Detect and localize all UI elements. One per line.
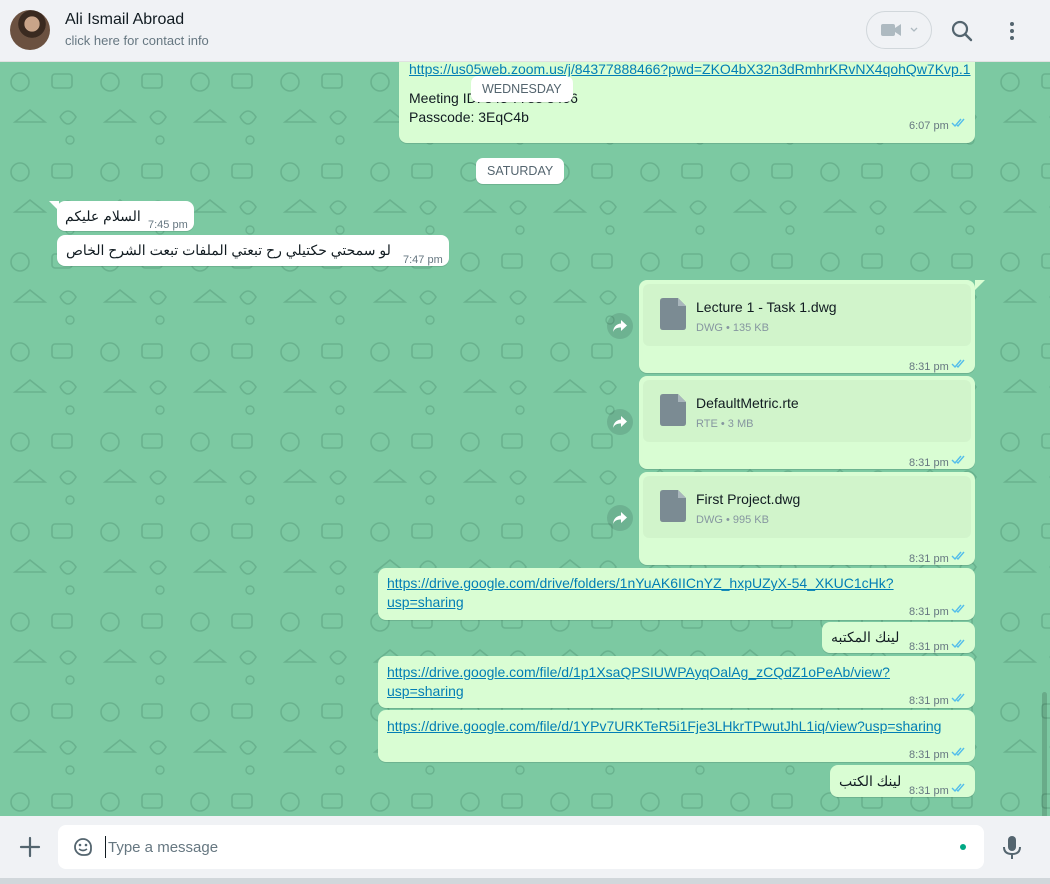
file-attachment[interactable]: DefaultMetric.rte RTE • 3 MB: [643, 380, 971, 442]
read-tick-icon: [951, 455, 965, 465]
file-name: Lecture 1 - Task 1.dwg: [696, 299, 837, 315]
message-composer[interactable]: [58, 825, 984, 869]
drive-file-link-cont[interactable]: usp=sharing: [387, 682, 464, 701]
mic-icon[interactable]: [1001, 835, 1023, 861]
message-books-link-label[interactable]: لينك الكتب 8:31 pm: [830, 765, 975, 797]
read-tick-icon: [951, 747, 965, 757]
forward-icon: [613, 320, 627, 332]
file-name: DefaultMetric.rte: [696, 395, 799, 411]
file-attachment[interactable]: Lecture 1 - Task 1.dwg DWG • 135 kB: [643, 284, 971, 346]
date-chip-saturday: SATURDAY: [476, 158, 565, 184]
file-meta: RTE • 3 MB: [696, 418, 754, 430]
message-file-defaultmetric[interactable]: DefaultMetric.rte RTE • 3 MB 8:31 pm: [639, 376, 975, 469]
message-time: 7:47 pm: [403, 254, 443, 266]
passcode-text: Passcode: 3EqC4b: [409, 109, 529, 125]
message-zoom-invite[interactable]: https://us05web.zoom.us/j/84377888466?pw…: [399, 62, 975, 143]
message-incoming-salam[interactable]: السلام عليكم 7:45 pm: [57, 201, 194, 231]
message-text: لينك المكتبه: [831, 629, 900, 645]
forward-icon: [613, 512, 627, 524]
search-icon[interactable]: [950, 19, 974, 43]
message-link-folder[interactable]: https://drive.google.com/drive/folders/1…: [378, 568, 975, 620]
message-text: السلام عليكم: [65, 208, 141, 224]
file-name: First Project.dwg: [696, 491, 801, 507]
message-file-first-project[interactable]: First Project.dwg DWG • 995 kB 8:31 pm: [639, 472, 975, 565]
bubble-tail: [975, 280, 985, 290]
text-caret: [105, 836, 106, 858]
message-link-book[interactable]: https://drive.google.com/file/d/1YPv7URK…: [378, 710, 975, 762]
message-time: 8:31 pm: [909, 361, 949, 373]
forward-button[interactable]: [607, 313, 633, 339]
read-tick-icon: [951, 604, 965, 614]
menu-dots-icon[interactable]: [1000, 19, 1024, 43]
forward-button[interactable]: [607, 409, 633, 435]
file-icon: [660, 298, 686, 330]
message-file-lecture[interactable]: Lecture 1 - Task 1.dwg DWG • 135 kB 8:31…: [639, 280, 975, 373]
message-time: 8:31 pm: [909, 749, 949, 761]
drive-file-link[interactable]: https://drive.google.com/file/d/1p1XsaQP…: [387, 663, 890, 682]
read-tick-icon: [951, 118, 965, 128]
forward-icon: [613, 416, 627, 428]
message-time: 8:31 pm: [909, 457, 949, 469]
message-input[interactable]: [108, 833, 938, 861]
read-tick-icon: [951, 783, 965, 793]
message-time: 6:07 pm: [909, 120, 949, 132]
date-chip-wednesday: WEDNESDAY: [471, 76, 573, 102]
read-tick-icon: [951, 693, 965, 703]
drive-book-link[interactable]: https://drive.google.com/file/d/1YPv7URK…: [387, 717, 941, 736]
chat-header: Ali Ismail Abroad click here for contact…: [0, 0, 1050, 62]
drive-folder-link-cont[interactable]: usp=sharing: [387, 593, 464, 612]
forward-button[interactable]: [607, 505, 633, 531]
read-tick-icon: [951, 359, 965, 369]
contact-avatar[interactable]: [10, 10, 50, 50]
chat-scrollbar[interactable]: [1042, 692, 1047, 816]
read-tick-icon: [951, 639, 965, 649]
message-time: 8:31 pm: [909, 553, 949, 565]
message-incoming-request[interactable]: لو سمحتي حكتيلي رح تبعتي الملفات تبعت ال…: [57, 235, 449, 266]
composer-bar: [0, 816, 1050, 878]
message-library-link-label[interactable]: لينك المكتبه 8:31 pm: [822, 622, 975, 653]
file-icon: [660, 394, 686, 426]
contact-name[interactable]: Ali Ismail Abroad: [65, 11, 184, 29]
message-link-file[interactable]: https://drive.google.com/file/d/1p1XsaQP…: [378, 656, 975, 708]
file-attachment[interactable]: First Project.dwg DWG • 995 kB: [643, 476, 971, 538]
window-bottom-edge: [0, 878, 1050, 884]
contact-info-link[interactable]: click here for contact info: [65, 33, 209, 48]
message-text: لو سمحتي حكتيلي رح تبعتي الملفات تبعت ال…: [66, 242, 391, 258]
input-status-dot: [960, 844, 966, 850]
plus-icon[interactable]: [18, 835, 42, 859]
message-time: 8:31 pm: [909, 606, 949, 618]
message-time: 8:31 pm: [909, 785, 949, 797]
file-icon: [660, 490, 686, 522]
message-time: 7:45 pm: [148, 219, 188, 231]
read-tick-icon: [951, 551, 965, 561]
chevron-down-icon: [910, 27, 918, 32]
message-text: لينك الكتب: [839, 773, 902, 789]
video-camera-icon: [881, 24, 901, 36]
message-list[interactable]: https://us05web.zoom.us/j/84377888466?pw…: [0, 62, 1050, 816]
message-time: 8:31 pm: [909, 695, 949, 707]
file-meta: DWG • 135 kB: [696, 322, 769, 334]
drive-folder-link[interactable]: https://drive.google.com/drive/folders/1…: [387, 574, 894, 593]
message-time: 8:31 pm: [909, 641, 949, 653]
file-meta: DWG • 995 kB: [696, 514, 769, 526]
sticker-icon[interactable]: [72, 836, 94, 858]
video-call-button[interactable]: [866, 11, 932, 49]
